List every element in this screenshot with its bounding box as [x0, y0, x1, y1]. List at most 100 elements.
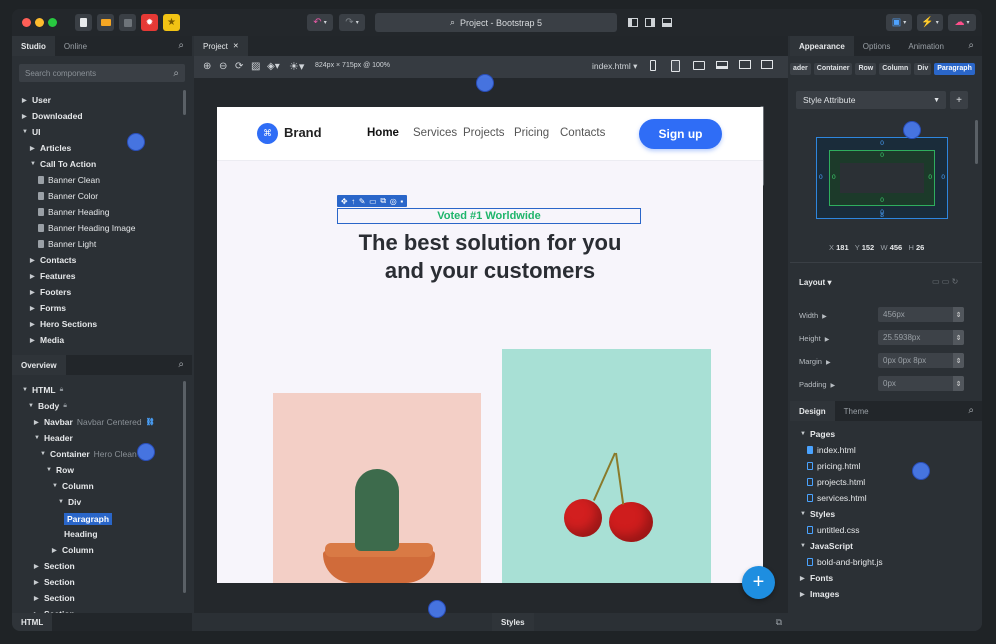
chevron-right-icon[interactable]: ▶ — [22, 97, 28, 104]
chevron-right-icon[interactable]: ▶ — [30, 305, 36, 312]
chevron-right-icon[interactable]: ▶ — [30, 337, 36, 344]
signup-button[interactable]: Sign up — [639, 119, 722, 149]
link-icon[interactable]: ⛓ — [146, 418, 155, 426]
laptop-view-icon[interactable] — [716, 61, 728, 69]
design-item[interactable]: ▶ Images — [800, 589, 839, 599]
design-item[interactable]: projects.html — [807, 477, 865, 487]
brightness-icon[interactable]: ☀▾ — [289, 60, 304, 73]
hero-heading[interactable]: The best solution for you and your custo… — [217, 229, 763, 285]
badge-paragraph[interactable]: Voted #1 Worldwide — [337, 208, 641, 224]
tree-item[interactable]: Banner Heading — [38, 207, 109, 217]
design-item[interactable]: ▼ JavaScript — [800, 541, 853, 551]
nav-link-projects[interactable]: Projects — [463, 127, 505, 139]
search-icon[interactable]: ⌕ — [968, 405, 974, 416]
search-icon[interactable]: ⌕ — [178, 40, 184, 51]
preview-button[interactable]: ▣ ▾ — [886, 14, 912, 31]
components-scrollbar[interactable] — [183, 90, 186, 115]
lock-icon[interactable]: 🔒︎ — [60, 386, 64, 394]
export-button[interactable]: ⚡ ▾ — [917, 14, 943, 31]
tab-appearance[interactable]: Appearance — [790, 36, 854, 56]
delete-icon[interactable]: ▪ — [400, 197, 403, 206]
publish-button[interactable]: ☁ ▾ — [948, 14, 976, 31]
layout-bottom-icon[interactable] — [661, 14, 673, 31]
tab-project[interactable]: Project ✕ — [194, 36, 248, 56]
overview-item[interactable]: Paragraph — [64, 513, 113, 525]
design-item[interactable]: services.html — [807, 493, 867, 503]
design-item[interactable]: index.html — [807, 445, 856, 455]
chevron-down-icon[interactable]: ▼ — [34, 435, 40, 441]
page-select[interactable]: index.html ▾ — [592, 61, 637, 72]
tab-styles[interactable]: Styles — [492, 613, 534, 631]
chevron-down-icon[interactable]: ▼ — [22, 387, 28, 393]
chevron-right-icon[interactable]: ▶ — [30, 289, 36, 296]
box-model-padding[interactable]: 0 0 0 0 — [829, 150, 935, 206]
tree-item[interactable]: ▶ Hero Sections — [30, 319, 97, 329]
canvas-size-info[interactable]: 824px × 715px @ 100% — [315, 62, 390, 69]
breadcrumb-item[interactable]: ader — [790, 63, 811, 75]
mobile-view-icon[interactable] — [650, 60, 656, 71]
overview-item[interactable]: ▼ HTML 🔒︎ — [22, 385, 63, 395]
select-parent-icon[interactable]: ↑ — [351, 197, 355, 206]
chevron-right-icon[interactable]: ▶ — [34, 595, 40, 602]
tablet-view-icon[interactable] — [671, 60, 680, 72]
overview-item[interactable]: ▶ Section — [34, 561, 75, 571]
tab-html[interactable]: HTML — [12, 613, 53, 631]
design-item[interactable]: ▼ Pages — [800, 429, 835, 439]
search-components-input[interactable]: Search components ⌕ — [19, 64, 185, 82]
lock-icon[interactable]: 🔒︎ — [63, 402, 67, 410]
page-canvas[interactable]: ⌘ Brand Home Services Projects Pricing Conta… — [217, 107, 763, 583]
chevron-right-icon[interactable]: ▶ — [30, 273, 36, 280]
minimize-window-button[interactable] — [35, 18, 44, 27]
chevron-down-icon[interactable]: ▼ — [58, 499, 64, 505]
prop-input-height[interactable]: 25.5938px ⇕ — [878, 330, 964, 345]
save-icon[interactable] — [119, 14, 136, 31]
nav-link-services[interactable]: Services — [413, 127, 457, 139]
layout-section-toggle[interactable]: Layout ▾ — [799, 278, 831, 287]
tab-animation[interactable]: Animation — [899, 36, 953, 56]
new-file-icon[interactable] — [75, 14, 92, 31]
tree-item[interactable]: Banner Color — [38, 191, 98, 201]
overview-item[interactable]: ▶ Navbar Navbar Centered ⛓ — [34, 417, 154, 427]
layout-actions-icons[interactable]: ▭ ▭ ↻ — [932, 277, 958, 286]
tab-options[interactable]: Options — [854, 36, 900, 56]
nav-link-pricing[interactable]: Pricing — [514, 127, 549, 139]
chevron-right-icon[interactable]: ▶ — [30, 145, 36, 152]
add-style-button[interactable]: + — [950, 91, 968, 109]
box-model-margin[interactable]: 0 0 0 0 0 0 0 0 8 — [816, 137, 948, 219]
breadcrumb-item[interactable]: Column — [879, 63, 912, 75]
search-icon[interactable]: ⌕ — [968, 40, 974, 51]
chevron-down-icon[interactable]: ▼ — [800, 511, 806, 517]
search-icon[interactable]: ⌕ — [178, 359, 184, 370]
overview-item[interactable]: ▶ Section — [34, 593, 75, 603]
zoom-out-icon[interactable]: ⊖ — [219, 61, 227, 72]
chevron-down-icon[interactable]: ▼ — [40, 451, 46, 457]
chevron-down-icon[interactable]: ▼ — [52, 483, 58, 489]
overview-item[interactable]: ▶ Section — [34, 577, 75, 587]
tree-item[interactable]: ▶ Footers — [30, 287, 71, 297]
overview-item[interactable]: ▼ Div — [58, 497, 81, 507]
project-search[interactable]: ⌕ Project - Bootstrap 5 — [375, 13, 617, 32]
overview-item[interactable]: ▼ Column — [52, 481, 94, 491]
tree-item[interactable]: ▼ UI — [22, 127, 41, 137]
overview-item[interactable]: ▼ Container Hero Clean — [40, 449, 137, 459]
rotate-icon[interactable]: ⟳ — [235, 61, 243, 72]
chevron-down-icon[interactable]: ▼ — [30, 161, 36, 167]
chevron-right-icon[interactable]: ▶ — [800, 575, 806, 582]
design-item[interactable]: ▶ Fonts — [800, 573, 833, 583]
breadcrumb-item[interactable]: Container — [813, 63, 853, 75]
hide-icon[interactable]: ◎ — [390, 197, 397, 206]
nav-link-home[interactable]: Home — [367, 127, 399, 139]
prop-label-padding[interactable]: Padding ▶ — [799, 380, 835, 389]
chevron-right-icon[interactable]: ▶ — [34, 579, 40, 586]
chevron-down-icon[interactable]: ▼ — [800, 431, 806, 437]
chevron-right-icon[interactable]: ▶ — [30, 321, 36, 328]
layout-right-icon[interactable] — [644, 14, 656, 31]
prop-label-margin[interactable]: Margin ▶ — [799, 357, 831, 366]
overview-item[interactable]: ▼ Row — [46, 465, 74, 475]
duplicate-icon[interactable]: ⧉ — [380, 196, 386, 206]
design-item[interactable]: bold-and-bright.js — [807, 557, 883, 567]
maximize-window-button[interactable] — [48, 18, 57, 27]
chevron-right-icon[interactable]: ▶ — [30, 257, 36, 264]
layout-left-icon[interactable] — [627, 14, 639, 31]
chevron-right-icon[interactable]: ▶ — [34, 419, 40, 426]
